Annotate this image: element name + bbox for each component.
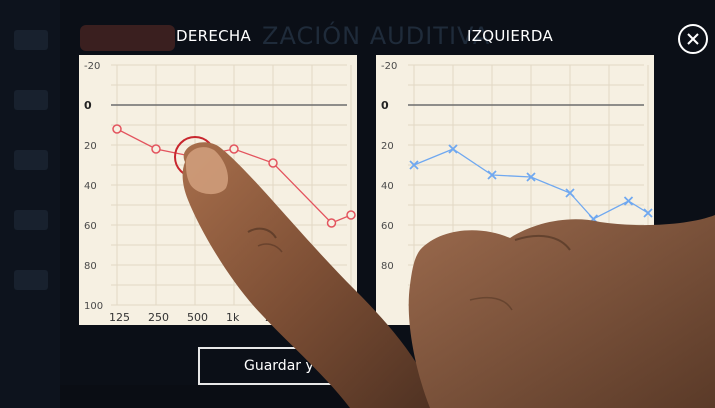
save-and-generate-button[interactable]: Guardar y ge (198, 347, 384, 385)
close-button[interactable] (678, 24, 708, 54)
data-point (190, 152, 200, 162)
y-tick-label: 80 (84, 261, 97, 272)
y-tick-label: 0 (84, 99, 92, 112)
x-tick-label: 250 (148, 311, 169, 324)
y-tick-label: 60 (84, 221, 97, 232)
background-sidebar-block (14, 150, 48, 170)
x-tick-label: 125 (109, 311, 130, 324)
y-tick-label: -20 (84, 61, 100, 72)
y-tick-label: 20 (84, 141, 97, 152)
y-tick-label: 40 (84, 181, 97, 192)
data-point (623, 196, 634, 206)
y-tick-label: 60 (381, 221, 394, 232)
background-logo (80, 25, 175, 51)
left-ear-audiogram[interactable]: -20 0 20 40 60 80 (376, 55, 654, 325)
background-title: ZACIÓN AUDITIVA (262, 22, 491, 50)
y-tick-label: 100 (84, 301, 103, 312)
left-ear-title: IZQUIERDA (467, 27, 554, 45)
background-sidebar-block (14, 90, 48, 110)
y-tick-label: -20 (381, 61, 397, 72)
close-icon (687, 33, 699, 45)
right-ear-chart[interactable]: -20 0 20 40 60 80 100 125 250 500 1k 2k (79, 55, 357, 325)
x-tick-label: 1k (226, 311, 240, 324)
data-point (346, 210, 356, 220)
data-point (326, 218, 337, 228)
background-sidebar-block (14, 270, 48, 290)
data-point (588, 214, 599, 224)
y-tick-label: 80 (381, 261, 394, 272)
x-tick-label: 2k (265, 311, 279, 324)
data-point (268, 158, 278, 168)
y-tick-label: 40 (381, 181, 394, 192)
y-tick-label: 0 (381, 99, 389, 112)
background-footer (60, 385, 715, 408)
right-ear-title: DERECHA (176, 27, 252, 45)
data-point (229, 144, 239, 154)
right-ear-audiogram[interactable]: -20 0 20 40 60 80 100 125 250 500 1k 2k (79, 55, 357, 325)
y-tick-label: 20 (381, 141, 394, 152)
background-sidebar-block (14, 30, 48, 50)
background-sidebar (0, 0, 60, 408)
data-point (151, 144, 161, 154)
data-point (112, 124, 122, 134)
left-ear-chart[interactable]: -20 0 20 40 60 80 (376, 55, 654, 325)
background-sidebar-block (14, 210, 48, 230)
x-tick-label: 500 (187, 311, 208, 324)
